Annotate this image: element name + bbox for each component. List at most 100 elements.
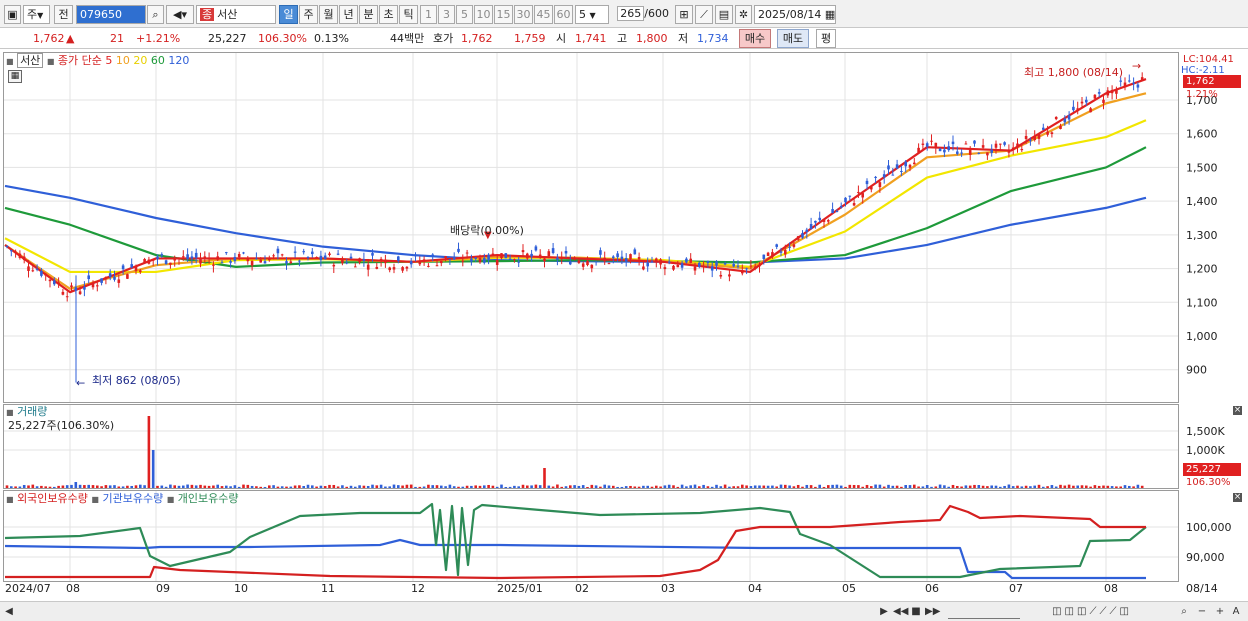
volume-bar	[379, 484, 383, 488]
volume-bar	[663, 485, 667, 488]
volume-bar	[151, 450, 155, 488]
volume-bar	[904, 485, 907, 488]
volume-bar	[212, 485, 215, 488]
candle-body	[117, 279, 121, 283]
volume-bar	[693, 484, 697, 488]
drawing-tools-icon[interactable]: ◫◫◫⟋⟋⟋◫	[1026, 605, 1158, 619]
close-icon[interactable]: ×	[1233, 406, 1242, 415]
candle-body	[951, 141, 955, 145]
volume-bar	[500, 484, 503, 488]
volume-bar	[113, 485, 116, 488]
candle-body	[31, 270, 35, 272]
close-icon[interactable]: ×	[1233, 493, 1242, 502]
candle-body	[212, 264, 215, 266]
candle-body	[1033, 136, 1036, 140]
candle-body	[504, 253, 508, 259]
candle-body	[280, 254, 284, 256]
candle-body	[405, 266, 409, 269]
volume-bar	[938, 484, 942, 488]
volume-bar	[986, 486, 989, 488]
volume-bar	[332, 484, 336, 488]
volume-bar	[74, 482, 78, 488]
candle-body	[538, 254, 542, 257]
volume-bar	[1033, 485, 1036, 488]
candle-body	[57, 282, 60, 284]
individual-holdings-label: 개인보유수량	[177, 492, 239, 505]
candle-body	[599, 250, 602, 255]
candle-body	[1020, 148, 1024, 151]
volume-bar	[887, 484, 890, 488]
volume-bar	[732, 486, 735, 488]
candle-body	[397, 256, 400, 261]
candle-body	[818, 217, 821, 221]
volume-bar	[345, 486, 348, 488]
zoom-slider[interactable]	[948, 605, 1020, 619]
volume-bar	[900, 486, 903, 488]
volume-bar	[14, 486, 17, 488]
scroll-left-icon[interactable]: ◀	[4, 605, 14, 619]
volume-bar	[624, 486, 628, 488]
volume-bar	[134, 485, 138, 488]
candle-body	[624, 257, 628, 262]
candle-body	[676, 264, 680, 268]
volume-bar	[117, 486, 121, 488]
zoom-icon[interactable]: ⌕	[1178, 605, 1190, 619]
holdings-legend: ■ 외국인보유수량 ■ 기관보유수량 ■ 개인보유수량	[6, 492, 239, 506]
play-icon[interactable]: ▶	[878, 605, 890, 619]
minus-icon[interactable]: −	[1196, 605, 1208, 619]
volume-bar	[220, 486, 224, 488]
volume-bar	[538, 485, 542, 488]
candle-body	[637, 257, 641, 260]
volume-bar	[108, 485, 112, 488]
volume-bar	[91, 485, 95, 488]
volume-bar	[925, 485, 929, 488]
candle-body	[513, 259, 516, 261]
volume-bar	[977, 485, 981, 488]
volume-bar	[698, 486, 701, 488]
candle-body	[526, 253, 529, 259]
candle-body	[457, 248, 460, 252]
volume-bar	[194, 485, 198, 488]
candle-body	[465, 252, 469, 254]
candle-body	[556, 257, 559, 260]
candle-body	[521, 250, 525, 253]
stop-icon[interactable]: ■	[910, 605, 922, 619]
forward-icon[interactable]: ▶▶	[925, 605, 940, 619]
volume-bar	[435, 485, 439, 488]
volume-bar	[508, 486, 512, 488]
volume-bar	[298, 485, 301, 488]
candle-body	[698, 262, 701, 267]
volume-bar	[590, 484, 594, 488]
candle-body	[229, 261, 232, 263]
candle-body	[887, 165, 890, 170]
volume-bar	[882, 486, 886, 488]
candle-body	[440, 260, 443, 264]
candle-body	[1140, 77, 1144, 81]
candle-body	[753, 266, 757, 270]
volume-bar	[917, 486, 920, 488]
volume-bar	[934, 486, 938, 488]
auto-zoom-button[interactable]: A	[1230, 605, 1242, 619]
volume-bar	[246, 484, 250, 488]
plus-icon[interactable]: +	[1214, 605, 1226, 619]
candle-body	[182, 256, 185, 258]
candle-body	[242, 252, 245, 254]
scroll-bar[interactable]: ◀ ▶ ◀◀ ■ ▶▶ ◫◫◫⟋⟋⟋◫ ⌕ − + A	[0, 601, 1248, 621]
candle-body	[5, 245, 9, 247]
volume-bar	[556, 484, 559, 488]
rewind-icon[interactable]: ◀◀	[893, 605, 908, 619]
volume-bar	[1115, 486, 1118, 488]
volume-bar	[1076, 485, 1079, 488]
candle-body	[917, 147, 920, 153]
volume-bar	[285, 486, 288, 488]
candle-body	[444, 256, 447, 259]
table-icon[interactable]: ▦	[8, 70, 22, 83]
candle-body	[732, 263, 735, 267]
candle-body	[306, 257, 310, 259]
volume-bar	[336, 486, 340, 488]
ma-label-120: 120	[168, 54, 190, 67]
candle-body	[1115, 89, 1118, 94]
candle-body	[491, 253, 495, 255]
y-tick-label: 1,500K	[1186, 425, 1225, 438]
candle-body	[1042, 127, 1045, 130]
